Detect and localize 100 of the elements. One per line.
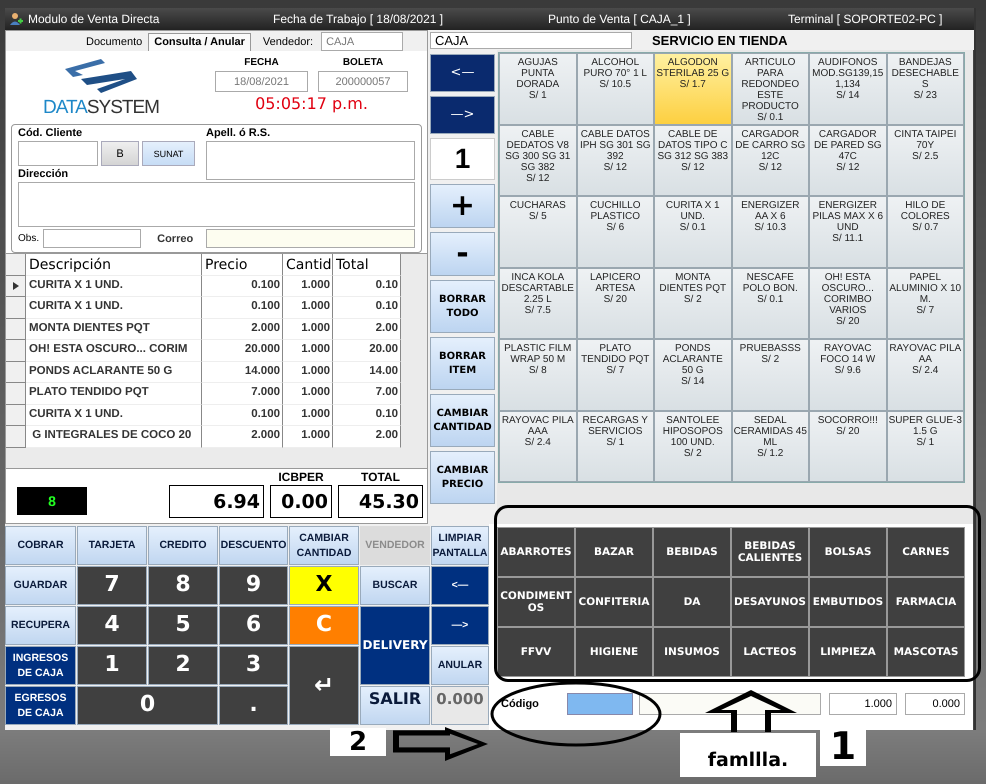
email-field[interactable] [206,229,415,248]
arrow-button[interactable]: <— [430,54,495,92]
keypad-button[interactable]: GUARDAR [5,566,76,605]
category-button[interactable]: EMBUTIDOS [809,577,887,627]
keypad-button[interactable]: X [289,566,359,605]
keypad-button[interactable]: RECUPERA [5,606,76,645]
keypad-button[interactable]: EGRESOS DE CAJA [5,686,76,725]
category-button[interactable]: LIMPIEZA [809,627,887,677]
sign-button[interactable]: - [430,232,495,276]
product-button[interactable]: SOCORRO!!! S/ 20 [809,410,886,482]
keypad-button[interactable]: COBRAR [5,526,76,565]
product-button[interactable]: ENERGIZER PILAS MAX X 6 UND S/ 11.1 [809,196,886,268]
category-button[interactable]: FARMACIA [887,577,965,627]
digit-key[interactable]: 9 [219,566,288,605]
product-button[interactable]: CARGADOR DE PARED SG 47C S/ 12 [809,124,886,196]
product-button[interactable]: AGUJAS PUNTA DORADA S/ 1 [499,53,576,124]
client-name-field[interactable] [206,141,415,180]
action-button[interactable]: BORRAR ITEM [430,337,495,390]
product-button[interactable]: HILO DE COLORES S/ 0.7 [886,196,964,268]
product-button[interactable]: CURITA X 1 UND. S/ 0.1 [654,196,732,268]
digit-key[interactable]: 5 [148,606,218,645]
category-button[interactable]: HIGIENE [575,627,653,677]
tab[interactable]: Consulta / Anular [148,33,251,51]
product-button[interactable]: CARGADOR DE CARRO SG 12C S/ 12 [732,124,809,196]
category-button[interactable]: DA [653,577,731,627]
cashier-field[interactable]: CAJA [430,32,632,48]
product-button[interactable]: SUPER GLUE-3 1.5 G S/ 1 [886,410,964,482]
category-button[interactable]: MASCOTAS [887,627,965,677]
product-button[interactable]: RECARGAS Y SERVICIOS S/ 1 [576,410,654,482]
category-button[interactable]: FFVV [497,627,575,677]
digit-key[interactable]: 0 [77,686,218,725]
category-button[interactable]: CARNES [887,527,965,577]
category-button[interactable]: ABARROTES [497,527,575,577]
product-button[interactable]: PAPEL ALUMINIO X 10 M. S/ 7 [886,268,964,339]
keypad-button[interactable]: DESCUENTO [219,526,288,565]
category-button[interactable]: CONDIMENTOS [497,577,575,627]
keypad-button[interactable]: INGRESOS DE CAJA [5,646,76,685]
product-button[interactable]: ALGODON STERILAB 25 G S/ 1.7 [654,53,732,124]
keypad-button[interactable]: TARJETA [77,526,147,565]
product-button[interactable]: AUDIFONOS MOD.SG139,151,134 S/ 14 [809,53,886,124]
product-button[interactable]: PLATO TENDIDO PQT S/ 7 [576,339,654,410]
arrow-button[interactable]: —> [430,96,495,134]
address-field[interactable] [18,182,415,227]
product-button[interactable]: PRUEBASSS S/ 2 [732,339,809,410]
sign-button[interactable]: + [430,184,495,228]
product-button[interactable]: CUCHILLO PLASTICO S/ 6 [576,196,654,268]
keypad-button[interactable]: BUSCAR [360,566,430,605]
product-button[interactable]: ALCOHOL PURO 70° 1 L S/ 10.5 [576,53,654,124]
product-button[interactable]: LAPICERO ARTESA S/ 20 [576,268,654,339]
row-header[interactable] [6,276,26,297]
product-button[interactable]: PLASTIC FILM WRAP 50 M S/ 8 [499,339,576,410]
keypad-button[interactable]: ANULAR [431,646,489,685]
category-button[interactable]: DESAYUNOS [731,577,809,627]
product-button[interactable]: ARTICULO PARA REDONDEO ESTE PRODUCTO S/ 0.1 [732,53,809,124]
amount-field[interactable]: 0.000 [905,693,965,715]
product-button[interactable]: SANTOLEE HIPOSOPOS 100 UND. S/ 2 [654,410,732,482]
product-button[interactable]: RAYOVAC PILA AAA S/ 2.4 [499,410,576,482]
digit-key[interactable]: . [219,686,288,725]
obs-field[interactable] [43,229,142,248]
product-button[interactable]: CUCHARAS S/ 5 [499,196,576,268]
category-button[interactable]: BEBIDAS CALIENTES [731,527,809,577]
digit-key[interactable]: 2 [148,646,218,685]
product-button[interactable]: NESCAFE POLO BON. S/ 0.1 [732,268,809,339]
product-button[interactable]: MONTA DIENTES PQT S/ 2 [654,268,732,339]
product-button[interactable]: CINTA TAIPEI 70Y S/ 2.5 [886,124,964,196]
product-button[interactable]: CABLE DEDATOS V8 SG 300 SG 31 SG 382 S/ 12 [499,124,576,196]
product-button[interactable]: RAYOVAC PILA AA S/ 2.4 [886,339,964,410]
product-button[interactable]: BANDEJAS DESECHABLES S/ 23 [886,53,964,124]
keypad-button[interactable]: LIMPIAR PANTALLA [431,526,489,565]
category-button[interactable]: INSUMOS [653,627,731,677]
digit-key[interactable]: 3 [219,646,288,685]
vendor-field[interactable]: CAJA [321,32,404,51]
keypad-button[interactable]: —> [431,606,489,645]
product-button[interactable]: RAYOVAC FOCO 14 W S/ 9.6 [809,339,886,410]
product-button[interactable]: CABLE DATOS IPH SG 301 SG 392 S/ 12 [576,124,654,196]
action-button[interactable]: BORRAR TODO [430,280,495,333]
product-button[interactable]: INCA KOLA DESCARTABLE 2.25 L S/ 7.5 [499,268,576,339]
document-number-field[interactable]: 200000057 [318,71,408,92]
category-button[interactable]: BAZAR [575,527,653,577]
digit-key[interactable]: 1 [77,646,147,685]
b-button[interactable]: B [101,141,139,166]
digit-key[interactable]: 4 [77,606,147,645]
digit-key[interactable]: 8 [148,566,218,605]
action-button[interactable]: CAMBIAR CANTIDAD [430,394,495,447]
product-button[interactable]: OH! ESTA OSCURO... CORIMBO VARIOS S/ 20 [809,268,886,339]
enter-key[interactable]: ↵ [289,646,359,725]
code-field[interactable] [567,693,633,715]
client-code-field[interactable] [18,141,98,166]
product-button[interactable]: PONDS ACLARANTE 50 G S/ 14 [654,339,732,410]
keypad-button[interactable]: CREDITO [148,526,218,565]
sunat-button[interactable]: SUNAT [142,141,195,166]
category-button[interactable]: CONFITERIA [575,577,653,627]
category-button[interactable]: BEBIDAS [653,527,731,577]
keypad-button[interactable]: <— [431,566,489,605]
action-button[interactable]: CAMBIAR PRECIO [430,451,495,504]
category-button[interactable]: LACTEOS [731,627,809,677]
amount-display[interactable]: 0.000 [431,686,489,725]
product-button[interactable]: ENERGIZER AA X 6 S/ 10.3 [732,196,809,268]
product-button[interactable]: CABLE DE DATOS TIPO C SG 312 SG 383 S/ 12 [654,124,732,196]
digit-key[interactable]: 6 [219,606,288,645]
